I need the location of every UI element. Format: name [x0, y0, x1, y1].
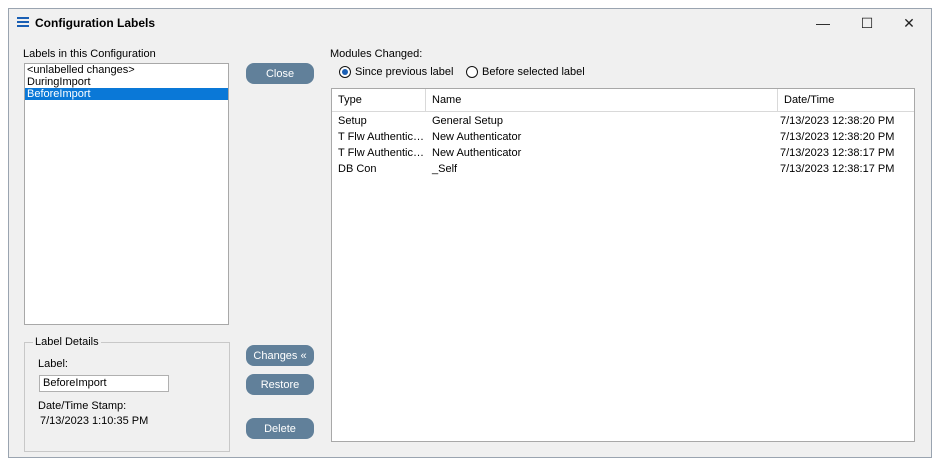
list-item-selected[interactable]: BeforeImport: [25, 88, 228, 100]
radio-since-previous-label[interactable]: Since previous label: [339, 66, 453, 78]
table-row[interactable]: Setup General Setup 7/13/2023 12:38:20 P…: [332, 113, 914, 129]
list-item[interactable]: DuringImport: [25, 76, 228, 88]
cell-datetime: 7/13/2023 12:38:17 PM: [780, 163, 895, 175]
title-bar[interactable]: Configuration Labels — ☐ ✕: [9, 9, 931, 37]
timestamp-value: 7/13/2023 1:10:35 PM: [40, 415, 149, 427]
cell-name: General Setup: [432, 115, 503, 127]
cell-type: DB Con: [338, 163, 377, 175]
close-button[interactable]: Close: [246, 63, 314, 84]
cell-type: T Flw Authenticator: [338, 131, 426, 143]
table-row[interactable]: T Flw Authenticator New Authenticator 7/…: [332, 145, 914, 161]
radio-unselected-icon: [466, 66, 478, 78]
minimize-button[interactable]: —: [803, 9, 843, 37]
cell-datetime: 7/13/2023 12:38:20 PM: [780, 115, 895, 127]
menu-lines-icon: [17, 17, 29, 27]
changes-button[interactable]: Changes «: [246, 345, 314, 366]
timestamp-caption: Date/Time Stamp:: [38, 400, 127, 412]
labels-listbox[interactable]: <unlabelled changes> DuringImport Before…: [24, 63, 229, 325]
column-header-type[interactable]: Type: [332, 89, 426, 111]
cell-name: New Authenticator: [432, 131, 522, 143]
label-details-group: Label Details Label: BeforeImport Date/T…: [24, 336, 230, 452]
modules-table[interactable]: Type Name Date/Time Setup General Setup …: [331, 88, 915, 442]
table-header: Type Name Date/Time: [332, 89, 914, 112]
radio-since-label: Since previous label: [355, 66, 454, 78]
modules-heading: Modules Changed:: [330, 48, 423, 60]
label-caption: Label:: [38, 358, 68, 370]
radio-selected-icon: [339, 66, 351, 78]
labels-heading: Labels in this Configuration: [23, 48, 156, 60]
table-row[interactable]: DB Con _Self 7/13/2023 12:38:17 PM: [332, 161, 914, 177]
cell-type: Setup: [338, 115, 367, 127]
list-item[interactable]: <unlabelled changes>: [25, 64, 228, 76]
cell-datetime: 7/13/2023 12:38:17 PM: [780, 147, 895, 159]
radio-before-label: Before selected label: [482, 66, 585, 78]
cell-name: _Self: [432, 163, 458, 175]
close-window-button[interactable]: ✕: [889, 9, 929, 37]
restore-button[interactable]: Restore: [246, 374, 314, 395]
radio-before-selected-label[interactable]: Before selected label: [466, 66, 585, 78]
maximize-button[interactable]: ☐: [847, 9, 887, 37]
label-details-legend: Label Details: [33, 336, 101, 348]
table-row[interactable]: T Flw Authenticator New Authenticator 7/…: [332, 129, 914, 145]
configuration-labels-window: Configuration Labels — ☐ ✕ Labels in thi…: [8, 8, 932, 458]
window-title: Configuration Labels: [35, 16, 155, 30]
column-header-name[interactable]: Name: [426, 89, 778, 111]
cell-datetime: 7/13/2023 12:38:20 PM: [780, 131, 895, 143]
cell-type: T Flw Authenticator: [338, 147, 426, 159]
column-header-datetime[interactable]: Date/Time: [778, 89, 914, 111]
label-field[interactable]: BeforeImport: [39, 375, 169, 392]
cell-name: New Authenticator: [432, 147, 522, 159]
delete-button[interactable]: Delete: [246, 418, 314, 439]
